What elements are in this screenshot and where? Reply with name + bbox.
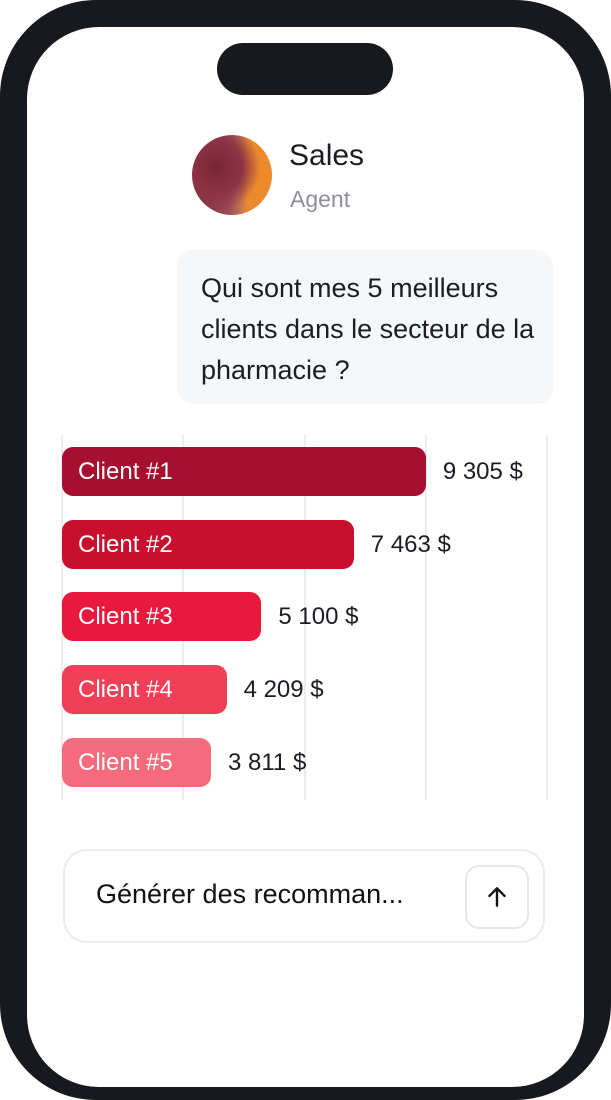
agent-avatar (192, 135, 272, 215)
bar-client-2: Client #2 (62, 519, 354, 569)
chart-gridline (425, 435, 427, 800)
chart-gridline (546, 435, 548, 800)
phone-screen: Sales Agent Qui sont mes 5 meilleurs cli… (27, 27, 584, 1087)
user-message-text: Qui sont mes 5 meilleurs clients dans le… (201, 273, 535, 385)
bar-chart: Client #1 9 305 $ Client #2 7 463 $ Client #… (27, 435, 584, 800)
send-button[interactable] (465, 865, 529, 929)
bar-category-label: Client #1 (78, 458, 173, 485)
bar-category-label: Client #5 (78, 748, 173, 776)
bar-value-label: 3 811 $ (228, 748, 307, 776)
arrow-up-icon (488, 887, 506, 907)
bar-client-3: Client #3 (62, 592, 262, 642)
bar-value-label: 5 100 $ (278, 603, 359, 631)
bar-category-label: Client #4 (78, 676, 173, 704)
agent-role: Agent (290, 186, 351, 212)
bar-value-label: 7 463 $ (370, 530, 451, 558)
chat-input-text[interactable]: Générer des recomman... (96, 879, 404, 910)
bar-value-label: 9 305 $ (442, 458, 523, 485)
bar-client-4: Client #4 (62, 665, 227, 715)
bar-client-5: Client #5 (62, 737, 211, 787)
agent-name: Sales (289, 139, 365, 172)
bar-client-1: Client #1 (62, 447, 426, 496)
user-message-bubble: Qui sont mes 5 meilleurs clients dans le… (177, 250, 553, 404)
chat-input[interactable]: Générer des recomman... (63, 849, 545, 943)
phone-frame: Sales Agent Qui sont mes 5 meilleurs cli… (0, 0, 611, 1100)
bar-category-label: Client #3 (78, 603, 173, 631)
bar-category-label: Client #2 (78, 530, 173, 558)
dynamic-island (217, 43, 393, 95)
bar-value-label: 4 209 $ (243, 676, 324, 704)
